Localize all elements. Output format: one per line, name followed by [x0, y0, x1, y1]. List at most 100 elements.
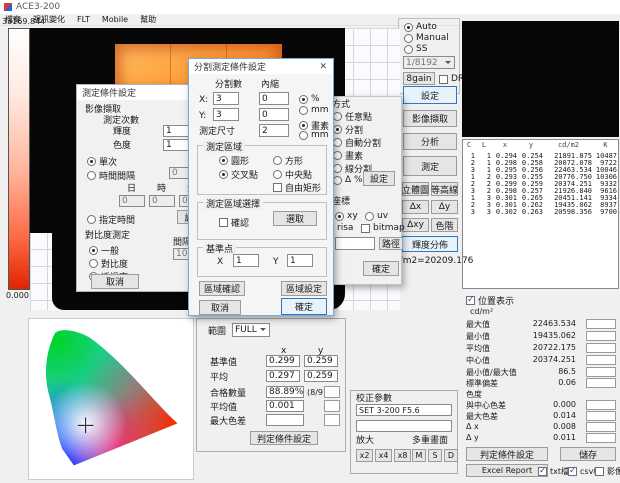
- measure-button[interactable]: 測定: [403, 156, 457, 176]
- txt-file-checkbox[interactable]: txt檔: [538, 466, 569, 477]
- radio-contrast[interactable]: 對比度: [89, 257, 128, 270]
- method-ok-button[interactable]: 確定: [363, 261, 399, 276]
- dr-checkbox[interactable]: DR: [439, 74, 464, 84]
- menu-help[interactable]: 幫助: [140, 14, 156, 25]
- radio-icon: [273, 156, 282, 165]
- radio-inset-percent[interactable]: %: [299, 94, 320, 104]
- position-display-checkbox[interactable]: 位置表示: [466, 294, 514, 307]
- calibration-value-field[interactable]: SET 3-200 F5.6: [356, 404, 452, 416]
- radio-circle[interactable]: 圓形: [219, 154, 249, 167]
- radio-icon: [219, 170, 228, 179]
- maxdiff-label: 最大色差: [210, 417, 246, 427]
- radio-size-mm[interactable]: mm: [299, 130, 329, 140]
- multi-s-button[interactable]: S: [428, 449, 442, 462]
- analyze-button[interactable]: 分析: [403, 133, 457, 150]
- radio-inset-mm[interactable]: mm: [299, 105, 329, 115]
- contour-button[interactable]: 等高線: [431, 182, 458, 196]
- radio-scheduled[interactable]: 指定時間: [87, 213, 135, 226]
- base-y-field[interactable]: 1: [287, 254, 313, 267]
- radio-uv[interactable]: uv: [365, 211, 388, 221]
- method-set-button[interactable]: 設定: [363, 171, 395, 186]
- y-divisions-field[interactable]: 3: [213, 108, 239, 121]
- capture-button[interactable]: 影像擷取: [403, 110, 457, 127]
- judge-condition-button[interactable]: 判定條件設定: [466, 447, 548, 461]
- radio-delta-pct[interactable]: Δ %: [333, 175, 363, 185]
- bitmap-checkbox[interactable]: bitmap: [361, 223, 405, 233]
- radio-any-point[interactable]: 任意點: [333, 110, 372, 123]
- radio-single[interactable]: 單次: [87, 155, 117, 168]
- avg-x-field[interactable]: 0.297: [266, 370, 300, 382]
- zoom-x4-button[interactable]: x4: [375, 449, 392, 462]
- zoom-x8-button[interactable]: x8: [394, 449, 411, 462]
- y-inset-field[interactable]: 0: [259, 108, 289, 121]
- radio-center-point[interactable]: 中央點: [273, 168, 312, 181]
- window-title: ACE3-200: [16, 2, 60, 12]
- split-cancel-button[interactable]: 取消: [199, 300, 241, 315]
- cie-diagram-panel[interactable]: [28, 318, 194, 480]
- radio-manual[interactable]: Manual: [404, 33, 449, 43]
- x-divisions-field[interactable]: 3: [213, 92, 239, 105]
- radio-ss[interactable]: SS: [404, 44, 427, 54]
- area-confirm-button[interactable]: 區域確認: [199, 281, 245, 296]
- area-set-button[interactable]: 區域設定: [281, 281, 327, 296]
- size-field[interactable]: 2: [259, 124, 289, 137]
- image-file-checkbox[interactable]: 影像檔: [595, 466, 620, 477]
- pick-button[interactable]: 選取: [273, 211, 317, 226]
- checkbox-label: bitmap: [373, 223, 405, 233]
- radio-auto[interactable]: Auto: [404, 22, 437, 32]
- area-select-label: 測定區域選擇: [203, 197, 263, 210]
- base-x-field[interactable]: 1: [233, 254, 259, 267]
- x-inset-field[interactable]: 0: [259, 92, 289, 105]
- radio-pixel[interactable]: 畫素: [333, 149, 363, 162]
- delta-y-button[interactable]: Δy: [431, 200, 458, 214]
- stat-row: 最小值19435.062: [464, 331, 618, 342]
- avg-y-field[interactable]: 0.259: [304, 370, 338, 382]
- col-c: C: [463, 142, 477, 149]
- preview-image[interactable]: [462, 21, 619, 137]
- radio-interval[interactable]: 時間間隔: [87, 169, 135, 182]
- split-ok-button[interactable]: 確定: [281, 298, 327, 315]
- radio-icon: [89, 246, 98, 255]
- radio-auto-split[interactable]: 自動分割: [333, 136, 381, 149]
- day-field[interactable]: 0: [119, 195, 145, 207]
- tone-button[interactable]: 色階: [431, 218, 458, 232]
- save-button[interactable]: 儲存: [560, 447, 616, 461]
- excel-report-button[interactable]: Excel Report: [466, 464, 548, 477]
- app-window: ACE3-200 檔案 視訊變化 FLT Mobile 幫助 33169.844…: [0, 0, 620, 480]
- col-cd: cd/m2: [545, 142, 594, 149]
- hour-field[interactable]: 0: [149, 195, 175, 207]
- menu-mobile[interactable]: Mobile: [102, 15, 128, 24]
- radio-normal[interactable]: 一般: [89, 244, 119, 257]
- free-rect-checkbox[interactable]: 自由矩形: [273, 181, 321, 194]
- radio-cross-point[interactable]: 交叉點: [219, 168, 258, 181]
- delta-xy-button[interactable]: Δxy: [402, 218, 429, 232]
- radio-split[interactable]: 分割: [333, 123, 363, 136]
- table-row[interactable]: 330.3020.26320598.3569700: [463, 209, 619, 216]
- shutter-dropdown[interactable]: 1/8192: [403, 56, 455, 69]
- settings-button[interactable]: 設定: [403, 86, 457, 104]
- menu-flt[interactable]: FLT: [77, 15, 90, 24]
- delta-x-button[interactable]: Δx: [402, 200, 429, 214]
- base-x-label: X: [217, 257, 223, 267]
- radio-xy[interactable]: xy: [335, 211, 358, 221]
- close-icon[interactable]: ✕: [313, 62, 333, 72]
- judge-setting-button[interactable]: 判定條件設定: [250, 431, 318, 445]
- calibration-value2-field[interactable]: [356, 420, 452, 432]
- zoom-label: 放大: [356, 436, 374, 446]
- multi-d-button[interactable]: D: [444, 449, 458, 462]
- luminance-dist-button[interactable]: 輝度分佈: [402, 236, 458, 252]
- split-dialog-titlebar[interactable]: 分割測定條件設定 ✕: [189, 59, 333, 74]
- confirm-checkbox[interactable]: 確認: [219, 216, 249, 229]
- path-button[interactable]: 路徑: [379, 237, 403, 250]
- ref-y-field[interactable]: 0.259: [304, 355, 338, 367]
- solid-graph-button[interactable]: 立體圖: [402, 182, 429, 196]
- zoom-x2-button[interactable]: x2: [356, 449, 373, 462]
- gain-button[interactable]: 8gain: [403, 72, 435, 85]
- title-bar: ACE3-200: [0, 0, 620, 14]
- output-path-field[interactable]: [335, 237, 375, 250]
- radio-square[interactable]: 方形: [273, 154, 303, 167]
- ref-x-field[interactable]: 0.299: [266, 355, 300, 367]
- range-dropdown[interactable]: FULL: [232, 323, 270, 337]
- multi-m-button[interactable]: M: [412, 449, 426, 462]
- condition-cancel-button[interactable]: 取消: [91, 274, 139, 289]
